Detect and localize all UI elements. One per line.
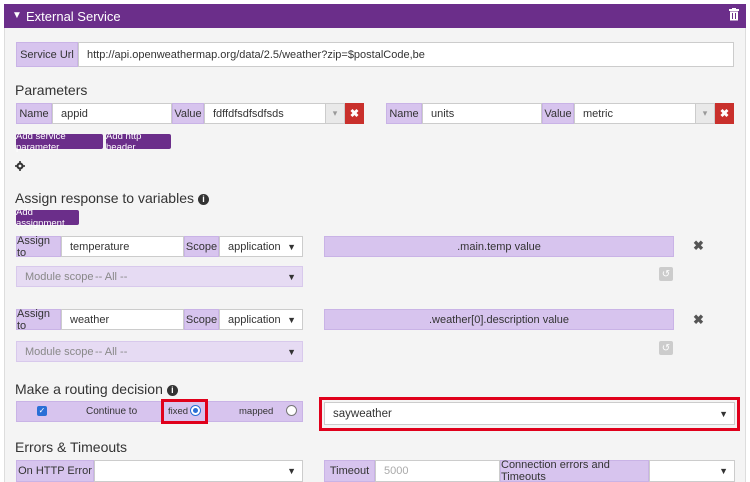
- assign-to-input[interactable]: weather: [61, 309, 184, 330]
- param-name-label: Name: [16, 103, 52, 124]
- param-value-label: Value: [542, 103, 574, 124]
- close-icon: ✖: [719, 108, 730, 120]
- param-value-input[interactable]: fdffdfsdfsdfsds: [204, 103, 326, 124]
- continue-checkbox[interactable]: ✓: [37, 406, 47, 416]
- info-icon[interactable]: i: [166, 384, 178, 396]
- routing-heading: Make a routing decision i: [15, 381, 178, 397]
- assign-to-input[interactable]: temperature: [61, 236, 184, 257]
- scope-select-value: application: [228, 240, 281, 253]
- component-title: External Service: [26, 9, 121, 24]
- component-header[interactable]: ▼ External Service: [4, 4, 746, 28]
- reset-icon[interactable]: ↺: [659, 341, 673, 355]
- close-icon[interactable]: ✖: [693, 238, 704, 254]
- module-scope-value: -- All --: [95, 345, 128, 358]
- scope-select[interactable]: application ▼: [219, 309, 303, 330]
- add-assignment-button[interactable]: Add assignment: [16, 207, 79, 229]
- scope-select-value: application: [228, 313, 281, 326]
- chevron-down-icon: ▾: [332, 108, 338, 118]
- chevron-down-icon: ▼: [287, 241, 296, 252]
- routing-target-value: sayweather: [333, 407, 392, 420]
- chevron-down-icon: ▼: [287, 466, 296, 476]
- service-url-label: Service Url: [16, 42, 78, 67]
- fixed-radio[interactable]: [190, 405, 201, 416]
- gear-icon[interactable]: [15, 161, 25, 171]
- timeout-input[interactable]: 5000: [375, 460, 500, 482]
- assign-heading-text: Assign response to variables: [15, 190, 194, 206]
- fixed-label: fixed: [168, 406, 189, 417]
- caret-down-icon[interactable]: ▼: [12, 10, 22, 21]
- connection-errors-label: Connection errors and Timeouts: [500, 459, 649, 482]
- chevron-down-icon: ▾: [702, 108, 708, 118]
- assign-heading: Assign response to variables i: [15, 190, 209, 206]
- routing-target-select[interactable]: sayweather ▼: [324, 402, 735, 425]
- add-service-parameter-button[interactable]: Add service parameter: [16, 131, 103, 153]
- on-http-error-select[interactable]: ▼: [94, 460, 303, 482]
- param-name-label: Name: [386, 103, 422, 124]
- chevron-down-icon: ▼: [719, 466, 728, 476]
- parameters-heading: Parameters: [15, 82, 88, 98]
- close-icon[interactable]: ✖: [693, 312, 704, 328]
- delete-parameter-button[interactable]: ✖: [345, 103, 364, 124]
- param-name-input[interactable]: appid: [52, 103, 172, 124]
- continue-label: Continue to: [86, 406, 138, 417]
- response-expression[interactable]: .weather[0].description value: [324, 309, 674, 330]
- module-scope-label: Module scope: [25, 345, 94, 358]
- assign-to-label: Assign to: [16, 235, 61, 259]
- info-icon[interactable]: i: [198, 193, 209, 205]
- assign-to-label: Assign to: [16, 308, 61, 332]
- chevron-down-icon: ▼: [287, 346, 296, 357]
- param-value-dropdown[interactable]: ▾: [695, 103, 715, 124]
- chevron-down-icon: ▼: [287, 314, 296, 325]
- mapped-label: mapped: [239, 406, 274, 417]
- close-icon: ✖: [349, 108, 360, 120]
- response-expression[interactable]: .main.temp value: [324, 236, 674, 257]
- add-http-header-button[interactable]: Add http header: [106, 131, 171, 153]
- connection-errors-select[interactable]: ▼: [649, 460, 735, 482]
- param-name-input[interactable]: units: [422, 103, 542, 124]
- chevron-down-icon: ▼: [287, 271, 296, 282]
- delete-parameter-button[interactable]: ✖: [715, 103, 734, 124]
- scope-label: Scope: [184, 309, 219, 330]
- scope-label: Scope: [184, 236, 219, 257]
- module-scope-value: -- All --: [95, 270, 128, 283]
- routing-heading-text: Make a routing decision: [15, 381, 163, 397]
- module-scope-select: Module scope -- All -- ▼: [16, 266, 303, 287]
- trash-icon[interactable]: [729, 8, 739, 21]
- param-value-dropdown[interactable]: ▾: [325, 103, 345, 124]
- chevron-down-icon: ▼: [719, 408, 728, 419]
- errors-heading: Errors & Timeouts: [15, 439, 128, 455]
- param-value-label: Value: [172, 103, 204, 124]
- timeout-label: Timeout: [324, 460, 375, 482]
- param-value-input[interactable]: metric: [574, 103, 696, 124]
- service-url-input[interactable]: http://api.openweathermap.org/data/2.5/w…: [78, 42, 734, 67]
- reset-icon[interactable]: ↺: [659, 267, 673, 281]
- scope-select[interactable]: application ▼: [219, 236, 303, 257]
- module-scope-select: Module scope -- All -- ▼: [16, 341, 303, 362]
- on-http-error-label: On HTTP Error: [16, 460, 94, 482]
- module-scope-label: Module scope: [25, 270, 94, 283]
